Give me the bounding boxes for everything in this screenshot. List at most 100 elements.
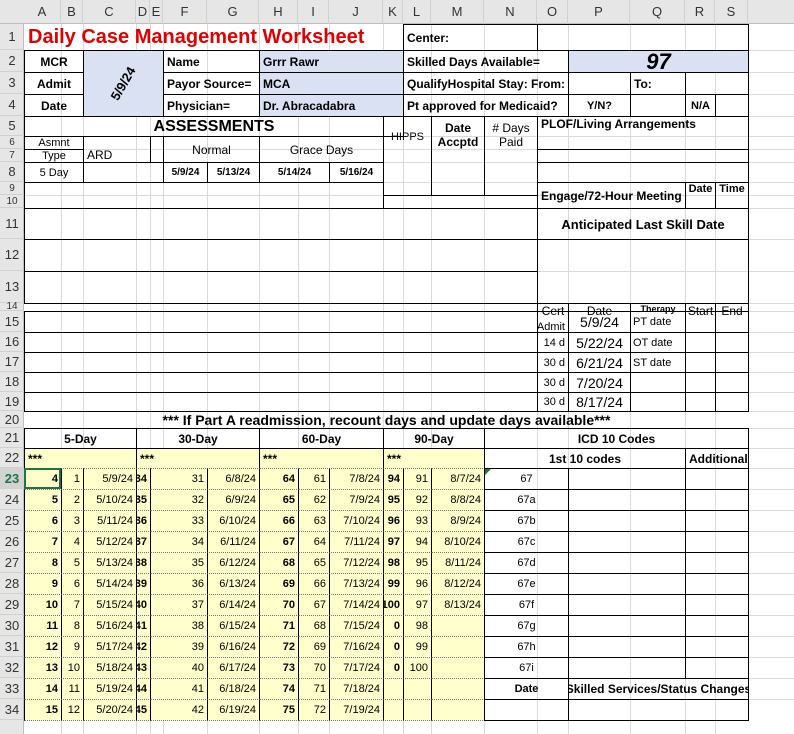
date-accepted-label[interactable]: Date Accptd — [431, 116, 485, 196]
day-cell[interactable]: 7/13/24 — [329, 573, 384, 595]
day-cell[interactable]: 98 — [403, 615, 432, 637]
day-cell[interactable]: 7/8/24 — [329, 468, 384, 490]
day-cell[interactable]: 42 — [136, 636, 151, 658]
icd-code[interactable]: 67a — [484, 489, 569, 511]
cert-date[interactable]: 7/20/24 — [568, 372, 631, 393]
therapy-start[interactable] — [685, 332, 716, 353]
day-cell[interactable] — [383, 678, 404, 700]
row-header-9[interactable]: 9 — [0, 182, 24, 195]
assessment-row[interactable] — [24, 372, 538, 393]
physician-label[interactable]: Physician= — [163, 94, 260, 117]
day-cell[interactable]: 7/9/24 — [329, 489, 384, 511]
day-cell[interactable] — [403, 699, 432, 721]
day-cell[interactable]: 43 — [136, 657, 151, 679]
day-cell[interactable]: 32 — [150, 489, 208, 511]
icd-additional-value[interactable] — [685, 552, 749, 574]
therapy-start[interactable] — [685, 352, 716, 373]
therapy-type[interactable] — [630, 372, 686, 393]
date-label[interactable]: Date — [24, 94, 84, 117]
assessment-row[interactable] — [24, 271, 538, 304]
day-cell[interactable]: 12 — [61, 699, 84, 721]
icd-additional-value[interactable] — [685, 636, 749, 658]
cert-period[interactable]: 30 d — [537, 392, 569, 412]
day-cell[interactable]: 34 — [150, 531, 208, 553]
row-header-33[interactable]: 33 — [0, 678, 24, 699]
day-cell[interactable]: 6/16/24 — [207, 636, 260, 658]
row-header-7[interactable]: 7 — [0, 149, 24, 162]
row-header-34[interactable]: 34 — [0, 699, 24, 720]
therapy-type[interactable]: ST date — [630, 352, 686, 373]
day-cell[interactable]: 99 — [383, 573, 404, 595]
day-cell[interactable]: 6 — [61, 573, 84, 595]
icd-code[interactable]: 67h — [484, 636, 569, 658]
column-header-a[interactable]: A — [24, 0, 61, 24]
row-header-22[interactable]: 22 — [0, 448, 24, 468]
row-header-16[interactable]: 16 — [0, 332, 24, 352]
day-cell[interactable]: 92 — [403, 489, 432, 511]
engage-time-label[interactable]: Time — [715, 182, 749, 209]
day-cell[interactable]: 3 — [61, 510, 84, 532]
plof-row[interactable] — [537, 162, 749, 183]
icd-code[interactable]: 67i — [484, 657, 569, 679]
column-header-o[interactable]: O — [537, 0, 568, 24]
day-cell[interactable]: 71 — [259, 615, 299, 637]
from-value[interactable] — [568, 72, 631, 95]
day-cell[interactable]: 39 — [150, 636, 208, 658]
column-header-c[interactable]: C — [83, 0, 136, 24]
day-cell[interactable]: 0 — [383, 657, 404, 679]
day-cell[interactable]: 94 — [383, 468, 404, 490]
row-header-30[interactable]: 30 — [0, 615, 24, 636]
to-label[interactable]: To: — [630, 72, 686, 95]
type-label[interactable]: Type — [24, 149, 84, 163]
day-cell[interactable]: 9 — [24, 573, 62, 595]
day-cell[interactable]: 41 — [150, 678, 208, 700]
column-header-q[interactable]: Q — [630, 0, 685, 24]
day-cell[interactable]: 13 — [24, 657, 62, 679]
day-cell[interactable]: 6/14/24 — [207, 594, 260, 616]
day-cell[interactable]: 97 — [403, 594, 432, 616]
row-header-17[interactable]: 17 — [0, 352, 24, 372]
skilled-days-value[interactable]: 97 — [568, 50, 749, 73]
day-cell[interactable]: 6/8/24 — [207, 468, 260, 490]
day-cell[interactable]: 37 — [136, 531, 151, 553]
row-header-28[interactable]: 28 — [0, 573, 24, 594]
day-cell[interactable]: 9 — [61, 636, 84, 658]
column-header-p[interactable]: P — [568, 0, 630, 24]
day-cell[interactable]: 66 — [259, 510, 299, 532]
day-cell[interactable]: 7/19/24 — [329, 699, 384, 721]
icd-code[interactable]: 67b — [484, 510, 569, 532]
row-header-11[interactable]: 11 — [0, 208, 24, 239]
assessment-row[interactable] — [24, 332, 538, 353]
period-header[interactable]: 90-Day — [383, 428, 485, 449]
day-cell[interactable]: 44 — [136, 678, 151, 700]
day-cell[interactable]: 6/11/24 — [207, 531, 260, 553]
row-header-21[interactable]: 21 — [0, 428, 24, 448]
column-header-m[interactable]: M — [431, 0, 484, 24]
therapy-type[interactable]: OT date — [630, 332, 686, 353]
day-cell[interactable]: 98 — [383, 552, 404, 574]
row-header-23[interactable]: 23 — [0, 468, 24, 489]
day-cell[interactable] — [431, 657, 485, 679]
plof-label[interactable]: PLOF/Living Arrangements — [537, 116, 749, 150]
ard-label[interactable]: ARD — [83, 136, 151, 163]
column-header-g[interactable]: G — [207, 0, 259, 24]
day-cell[interactable]: 8 — [61, 615, 84, 637]
day-cell[interactable]: 45 — [136, 699, 151, 721]
anticipated-skill-date-label[interactable]: Anticipated Last Skill Date — [537, 208, 749, 240]
icd-code[interactable]: 67f — [484, 594, 569, 616]
day-cell[interactable]: 5/17/24 — [83, 636, 137, 658]
day-cell[interactable]: 69 — [259, 573, 299, 595]
row-header-24[interactable]: 24 — [0, 489, 24, 510]
name-label[interactable]: Name — [163, 50, 260, 73]
icd-additional-value[interactable] — [685, 489, 749, 511]
row-header-20[interactable]: 20 — [0, 411, 24, 428]
na-value[interactable] — [715, 94, 749, 117]
center-label[interactable]: Center: — [403, 24, 538, 51]
day-cell[interactable]: 75 — [259, 699, 299, 721]
day-cell[interactable]: 5/10/24 — [83, 489, 137, 511]
therapy-start[interactable] — [685, 372, 716, 393]
day-cell[interactable]: 70 — [298, 657, 330, 679]
row-header-27[interactable]: 27 — [0, 552, 24, 573]
day-cell[interactable]: 6/10/24 — [207, 510, 260, 532]
services-value[interactable] — [568, 699, 749, 721]
